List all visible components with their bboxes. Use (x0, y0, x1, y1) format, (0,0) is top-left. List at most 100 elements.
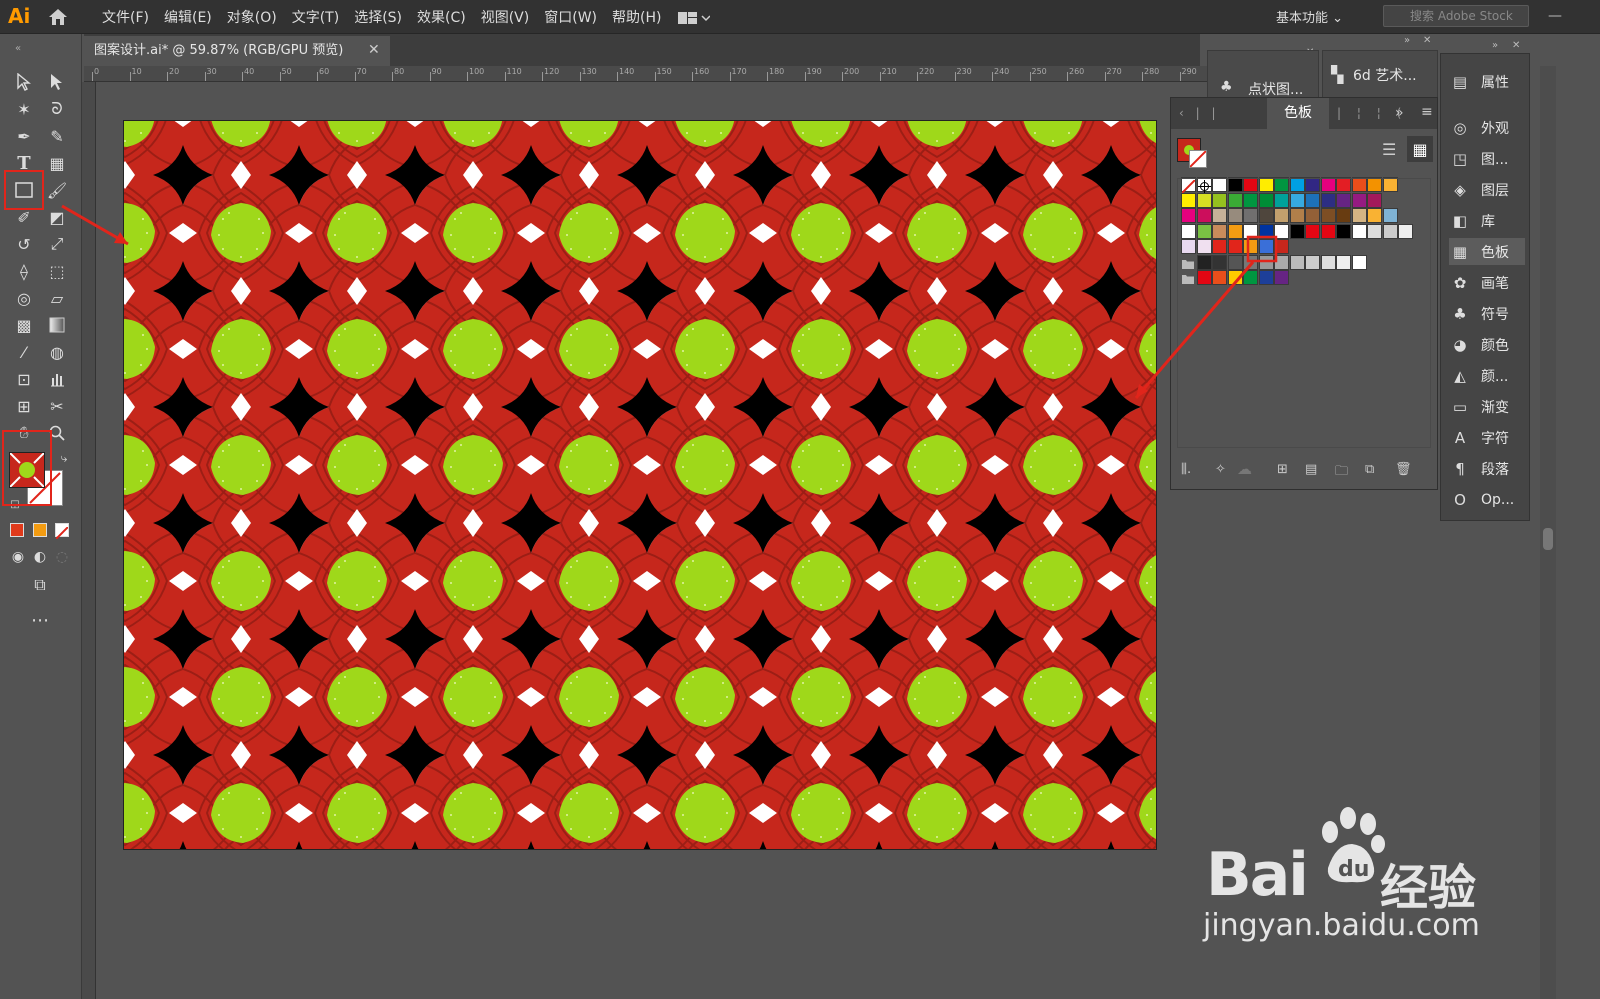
collapse-icon[interactable]: » (1404, 35, 1410, 47)
eraser-tool-icon[interactable]: ◩ (45, 205, 69, 229)
eyedropper-tool-icon[interactable]: ⁄ (12, 340, 36, 364)
dock-item-gradient[interactable]: ▭ 渐变 (1449, 393, 1525, 420)
new-swatch-icon[interactable]: ⧉ (1365, 462, 1374, 477)
ruler-tick-label: 0 (94, 67, 100, 76)
dock-item-layers[interactable]: ◈ 图层 (1449, 176, 1525, 203)
workspace-switcher[interactable]: 基本功能 ⌄ (1276, 7, 1343, 26)
lasso-tool-icon[interactable]: ᘐ (45, 97, 69, 121)
swap-fill-stroke-icon[interactable]: ⤷ (52, 446, 76, 470)
dock-item-character[interactable]: A 字符 (1449, 424, 1525, 451)
tab-swatches[interactable]: 色板 (1267, 98, 1329, 129)
dock-item-symbols[interactable]: ♣ 符号 (1449, 300, 1525, 327)
close-document-icon[interactable]: ✕ (368, 42, 380, 58)
swatches-footer: ⫼. ✧ ☁ ⊞ ▤ 🗀︎ ⧉ 🗑︎ (1171, 456, 1437, 488)
list-view-icon[interactable]: ☰ (1382, 140, 1396, 159)
gradient-mode-icon[interactable] (33, 523, 47, 537)
menu-edit[interactable]: 编辑(E) (164, 7, 212, 27)
slice-tool-icon[interactable]: ✂ (45, 394, 69, 418)
menu-help[interactable]: 帮助(H) (612, 7, 661, 27)
shape-builder-tool-icon[interactable]: ◎ (12, 286, 36, 310)
menu-object[interactable]: 对象(O) (227, 7, 277, 27)
line-segment-tool-icon[interactable]: ▦ (45, 151, 69, 175)
menu-view[interactable]: 视图(V) (481, 7, 530, 27)
direct-selection-tool-icon[interactable] (45, 70, 69, 94)
close-panel-icon[interactable]: ✕ (1423, 35, 1431, 47)
arrange-documents-icon[interactable] (678, 10, 711, 29)
dock-item-libraries[interactable]: ◧ 库 (1449, 207, 1525, 234)
dock-item-label: 外观 (1481, 120, 1509, 137)
ruler-tick-label: 160 (694, 67, 710, 76)
gradient-tool-icon[interactable] (45, 313, 69, 337)
art-brush-panel[interactable]: ▚ 6d 艺术... (1322, 50, 1438, 100)
menu-window[interactable]: 窗口(W) (544, 7, 597, 27)
curvature-tool-icon[interactable]: ✎ (45, 124, 69, 148)
new-color-group-icon[interactable]: 🗀︎ (1335, 462, 1348, 484)
thumbnail-view-icon[interactable]: ▦ (1407, 136, 1433, 162)
ruler-tick (1067, 72, 1068, 81)
swatch-list-area (1177, 178, 1431, 448)
color-mode-icon[interactable] (10, 523, 24, 537)
cc-libraries-icon[interactable]: ☁ (1237, 460, 1252, 478)
delete-swatch-icon[interactable]: 🗑︎ (1395, 462, 1412, 477)
stock-search-input[interactable]: 搜索 Adobe Stock (1383, 5, 1529, 27)
edit-toolbar-icon[interactable]: ⋯ (28, 608, 52, 632)
artboard-tool-icon[interactable]: ⊞ (12, 394, 36, 418)
dock-item-label: 库 (1481, 213, 1495, 230)
none-mode-icon[interactable] (55, 523, 69, 540)
dock-item-paragraph[interactable]: ¶ 段落 (1449, 455, 1525, 482)
width-tool-icon[interactable]: ⟠ (12, 259, 36, 283)
menu-type[interactable]: 文字(T) (292, 7, 339, 27)
ruler-tick (354, 72, 356, 81)
swatch-libraries-icon[interactable]: ⫼. (1181, 462, 1191, 477)
other-tabs[interactable]: ‹ | | (1179, 106, 1220, 120)
current-stroke-swatch[interactable] (1189, 150, 1207, 168)
document-tab[interactable]: 图案设计.ai* @ 59.87% (RGB/GPU 预览) (84, 36, 390, 66)
minimize-icon[interactable]: — (1548, 8, 1562, 24)
draw-behind-icon[interactable]: ◐ (28, 545, 52, 569)
column-graph-tool-icon[interactable] (45, 367, 69, 391)
artboard[interactable] (123, 120, 1157, 850)
color-group-icon[interactable]: ▤ (1305, 462, 1317, 477)
screen-mode-icon[interactable]: ⧉ (28, 573, 52, 597)
dock-item-brushes[interactable]: ✿ 画笔 (1449, 269, 1525, 296)
swatch-options-icon[interactable]: ⊞ (1277, 462, 1288, 477)
menu-file[interactable]: 文件(F) (102, 7, 149, 27)
selection-tool-icon[interactable] (12, 70, 36, 94)
close-panel-icon[interactable]: ✕ (1512, 40, 1520, 52)
home-icon[interactable] (47, 7, 69, 27)
ruler-tick-label: 230 (956, 67, 972, 76)
dock-item-label: 属性 (1481, 74, 1509, 91)
dot-pattern-panel[interactable]: ♣ 点状图... (1207, 50, 1319, 100)
panel-expand-icon[interactable]: » (1395, 105, 1404, 121)
pen-tool-icon[interactable]: ✒ (12, 124, 36, 148)
scale-tool-icon[interactable]: ⤢ (45, 232, 69, 256)
dock-item-graphic-styles[interactable]: ◳ 图... (1449, 145, 1525, 172)
dock-item-properties[interactable]: ▤ 属性 (1449, 68, 1525, 95)
ruler-tick-label: 130 (581, 67, 597, 76)
collapse-icon[interactable]: » (1492, 40, 1498, 52)
dock-item-swatches[interactable]: ▦ 色板 (1449, 238, 1525, 265)
paintbrush-tool-icon[interactable]: 🖌︎ (45, 178, 69, 202)
dock-item-appearance[interactable]: ◎ 外观 (1449, 114, 1525, 141)
perspective-grid-tool-icon[interactable]: ▱ (45, 286, 69, 310)
rotate-tool-icon[interactable]: ↺ (12, 232, 36, 256)
magic-wand-tool-icon[interactable]: ✶ (12, 97, 36, 121)
dock-item-color[interactable]: ◕ 颜色 (1449, 331, 1525, 358)
draw-normal-icon[interactable]: ◉ (6, 545, 30, 569)
show-swatch-kinds-icon[interactable]: ✧ (1215, 462, 1226, 477)
free-transform-tool-icon[interactable]: ⬚ (45, 259, 69, 283)
blend-tool-icon[interactable]: ◍ (45, 340, 69, 364)
ruler-tick (692, 72, 693, 81)
dock-item-color-guide[interactable]: ◭ 颜... (1449, 362, 1525, 389)
menu-effect[interactable]: 效果(C) (417, 7, 466, 27)
symbol-sprayer-tool-icon[interactable]: ⊡ (12, 367, 36, 391)
dock-item-opentype[interactable]: O Op... (1449, 486, 1525, 513)
collapse-toolbar-icon[interactable]: « (6, 36, 30, 60)
panel-menu-icon[interactable]: ≡ (1421, 104, 1433, 120)
menu-select[interactable]: 选择(S) (354, 7, 402, 27)
draw-inside-icon[interactable]: ◌ (50, 545, 74, 569)
scrollbar-thumb[interactable] (1543, 528, 1553, 550)
ruler-tick-label: 280 (1144, 67, 1160, 76)
ruler-tick-label: 10 (131, 67, 142, 76)
mesh-tool-icon[interactable]: ▩ (12, 313, 36, 337)
